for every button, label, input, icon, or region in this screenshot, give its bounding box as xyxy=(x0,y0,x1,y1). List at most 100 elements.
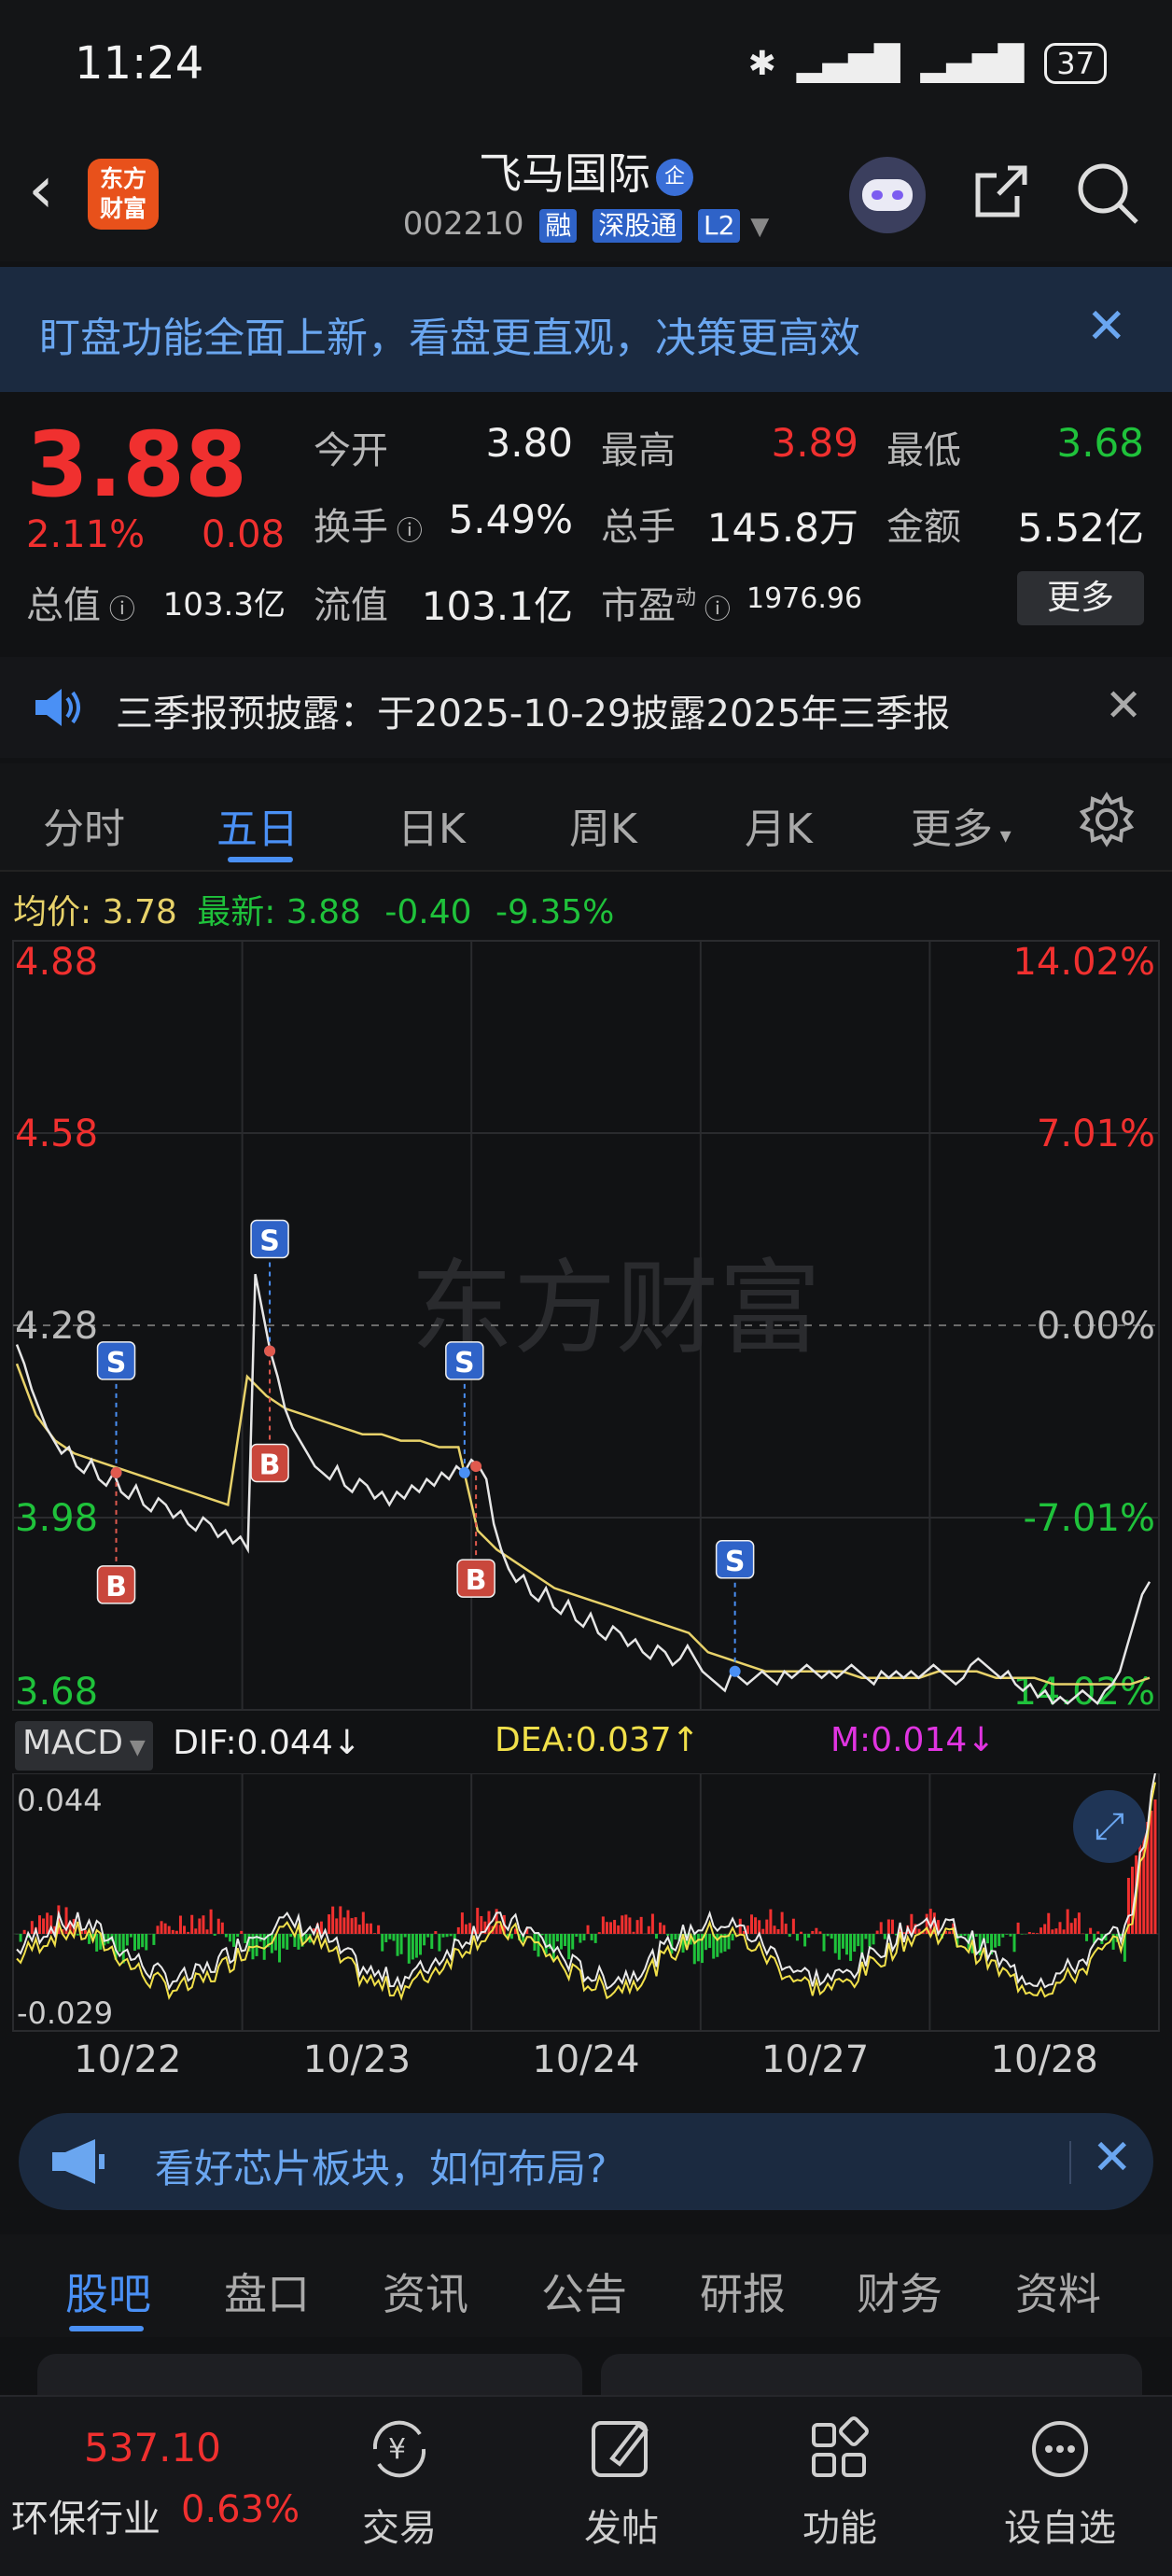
nav-functions[interactable]: 功能 xyxy=(765,2412,914,2552)
feature-banner[interactable]: 盯盘功能全面上新，看盘更直观，决策更高效 ✕ xyxy=(0,267,1172,392)
macd-bar xyxy=(434,1931,438,1934)
macd-bar xyxy=(575,1934,579,1938)
macd-bar xyxy=(800,1931,803,1934)
close-icon[interactable]: ✕ xyxy=(1092,2130,1133,2186)
macd-bar xyxy=(339,1906,342,1934)
assistant-robot-icon[interactable] xyxy=(849,157,926,233)
dropdown-icon[interactable]: ▼ xyxy=(750,213,769,241)
sector-pct: 0.63% xyxy=(181,2488,300,2531)
settings-gear-icon[interactable] xyxy=(1079,791,1135,847)
tab-daily-k[interactable]: 日K xyxy=(398,795,466,855)
close-icon[interactable]: ✕ xyxy=(1086,299,1127,355)
avg-price-line: 均价: 3.78 最新: 3.88 -0.40 -9.35% xyxy=(13,885,614,933)
macd-bar xyxy=(765,1919,769,1934)
macd-bar xyxy=(537,1934,540,1957)
macd-bar xyxy=(551,1934,555,1962)
tab-forum[interactable]: 股吧 xyxy=(65,2261,151,2322)
sector-index-value[interactable]: 537.10 xyxy=(84,2425,221,2471)
five-day-price-chart[interactable]: 东方财富 4.88 14.02%4.58 7.01%4.28 0.00%3.98 -7.… xyxy=(0,933,1172,1717)
macd-bar xyxy=(236,1934,240,1938)
macd-bar xyxy=(632,1931,635,1934)
tab-notices[interactable]: 公告 xyxy=(541,2261,627,2322)
tab-weekly-k[interactable]: 周K xyxy=(569,795,637,855)
tab-more[interactable]: 更多 ▾ xyxy=(911,795,1012,855)
macd-bar xyxy=(910,1913,914,1934)
expand-icon[interactable]: ⤢ xyxy=(1073,1790,1146,1863)
macd-bar xyxy=(659,1922,663,1934)
macd-bar xyxy=(37,1915,41,1934)
macd-bar xyxy=(1043,1924,1047,1934)
signal-icon: ▂▄▆█ xyxy=(796,44,900,83)
macd-bar xyxy=(928,1909,932,1934)
macd-bar xyxy=(1085,1934,1089,1941)
macd-bar xyxy=(1150,1811,1153,1934)
macd-bar xyxy=(403,1934,407,1938)
tab-finance[interactable]: 财务 xyxy=(857,2261,942,2322)
macd-bar xyxy=(815,1927,818,1934)
macd-bar xyxy=(357,1925,361,1934)
grid-icon xyxy=(812,2416,869,2477)
macd-bar xyxy=(377,1925,381,1934)
buy-marker: B xyxy=(259,1449,281,1481)
macd-bar xyxy=(121,1934,125,1964)
macd-bar xyxy=(194,1928,198,1934)
macd-bar xyxy=(890,1919,894,1934)
macd-bar xyxy=(857,1934,860,1947)
macd-bar xyxy=(1020,1934,1024,1935)
macd-chart[interactable]: 0.044 -0.029 xyxy=(0,1773,1172,2035)
tab-profile[interactable]: 资料 xyxy=(1015,2261,1101,2322)
tab-research[interactable]: 研报 xyxy=(700,2261,786,2322)
active-tab-indicator xyxy=(228,857,293,862)
macd-bar xyxy=(148,1934,152,1935)
macd-bar xyxy=(974,1934,978,1937)
label-float-value: 流值 xyxy=(314,584,388,627)
tab-monthly-k[interactable]: 月K xyxy=(745,795,813,855)
macd-bar xyxy=(228,1934,231,1942)
sector-name[interactable]: 环保行业 xyxy=(11,2488,160,2542)
macd-bar xyxy=(567,1934,571,1960)
macd-bar xyxy=(784,1924,788,1934)
nav-post[interactable]: 发帖 xyxy=(547,2412,696,2552)
macd-bar xyxy=(579,1934,582,1943)
indicator-selector[interactable]: MACD ▼ xyxy=(15,1721,153,1771)
latest-value: 3.88 xyxy=(286,893,361,931)
nav-trade[interactable]: ¥ 交易 xyxy=(325,2412,474,2552)
macd-bar xyxy=(639,1916,643,1934)
label-total-value: 总值 ⓘ xyxy=(26,584,135,627)
trade-marker-dot xyxy=(729,1665,741,1677)
battery-icon: 37 xyxy=(1044,43,1107,84)
sell-marker: S xyxy=(106,1347,127,1379)
trade-marker-dot xyxy=(110,1466,122,1478)
macd-bar xyxy=(445,1934,449,1938)
nav-add-watchlist[interactable]: 设自选 xyxy=(985,2412,1135,2552)
announcement-bar[interactable]: 三季报预披露：于2025-10-29披露2025年三季报 ✕ xyxy=(0,657,1172,758)
promo-banner[interactable]: 看好芯片板块，如何布局? ✕ xyxy=(19,2113,1153,2210)
value-float-value: 103.1亿 xyxy=(421,583,573,629)
macd-bar xyxy=(369,1923,372,1934)
macd-bar xyxy=(1069,1923,1073,1934)
tab-news[interactable]: 资讯 xyxy=(383,2261,468,2322)
price-tick-label: 3.68 xyxy=(15,1671,98,1714)
tab-orderbook[interactable]: 盘口 xyxy=(224,2261,310,2322)
macd-bar xyxy=(826,1934,830,1937)
tag-margin: 融 xyxy=(539,209,578,243)
status-time: 11:24 xyxy=(75,37,204,90)
tab-five-day[interactable]: 五日 xyxy=(216,795,299,855)
macd-bar xyxy=(438,1934,441,1952)
macd-dea: DEA:0.037↑ xyxy=(495,1721,700,1759)
quote-panel: 3.88 2.11% 0.08 今开 3.80 最高 3.89 最低 3.68 … xyxy=(0,392,1172,644)
macd-bar xyxy=(220,1922,224,1934)
macd-bar xyxy=(205,1929,209,1934)
share-icon[interactable] xyxy=(970,162,1030,222)
tag-connect: 深股通 xyxy=(593,209,683,243)
macd-bar xyxy=(708,1934,712,1949)
macd-bar xyxy=(883,1934,886,1939)
macd-bar xyxy=(384,1934,388,1942)
close-icon[interactable]: ✕ xyxy=(1105,679,1142,732)
tab-intraday[interactable]: 分时 xyxy=(43,795,125,855)
search-icon[interactable] xyxy=(1075,161,1140,226)
macd-bar xyxy=(692,1934,696,1965)
macd-bar xyxy=(1001,1934,1005,1938)
more-button[interactable]: 更多 xyxy=(1017,571,1144,625)
price-tick-label: 4.58 xyxy=(15,1113,98,1155)
